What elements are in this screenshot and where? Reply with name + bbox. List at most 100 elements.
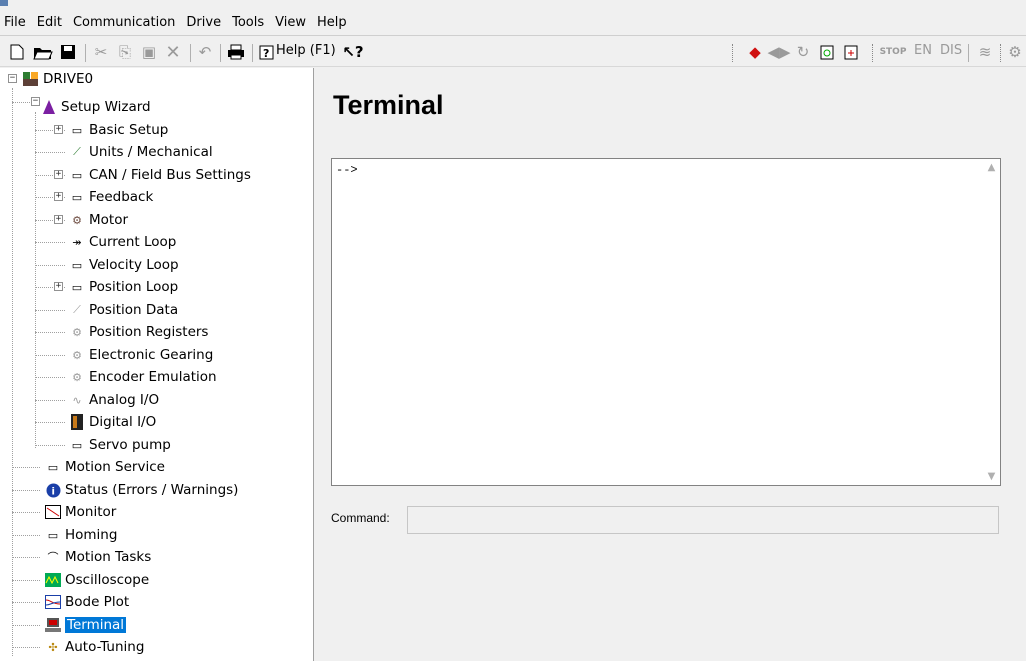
folder-icon: ▭: [71, 258, 83, 272]
tree-label: CAN / Field Bus Settings: [89, 167, 251, 183]
tree-item-feedback[interactable]: ▭ Feedback: [68, 187, 154, 207]
context-help-icon[interactable]: ↖?: [342, 42, 364, 62]
refresh-icon[interactable]: ↻: [794, 42, 812, 62]
tree-item-motion-tasks[interactable]: ⌒ Motion Tasks: [44, 547, 152, 567]
tree-item-homing[interactable]: ▭ Homing: [44, 525, 118, 545]
root-collapse-toggle[interactable]: −: [8, 74, 17, 83]
tree-item-encoder-emulation[interactable]: ⚙ Encoder Emulation: [68, 367, 217, 387]
menu-help[interactable]: Help: [317, 15, 347, 30]
tree-item-motion-service[interactable]: ▭ Motion Service: [44, 457, 165, 477]
stop-button[interactable]: STOP: [880, 42, 907, 62]
tree-label: Motion Service: [65, 459, 165, 475]
wizard-icon: [40, 99, 58, 115]
new-file-icon[interactable]: [8, 42, 26, 62]
tree-item-current-loop[interactable]: ↠ Current Loop: [68, 232, 176, 252]
terminal-scrollbar[interactable]: ▲ ▼: [983, 159, 1000, 485]
tree-label: Setup Wizard: [61, 99, 151, 115]
help-button-label[interactable]: Help (F1): [276, 43, 336, 58]
tree-label: Homing: [65, 527, 118, 543]
tree-item-velocity-loop[interactable]: ▭ Velocity Loop: [68, 255, 179, 275]
oscilloscope-icon: [44, 572, 62, 588]
toolbar: ✂ ⎘ ▣ ✕ ↶ ? Help (F1) ↖? ◆ ◀▶ ↻ STOP EN …: [0, 35, 1026, 67]
disable-button[interactable]: DIS: [940, 43, 962, 58]
drive-icon: [22, 71, 40, 87]
tree-label: Motor: [89, 212, 129, 228]
tree-item-basic-setup[interactable]: ▭ Basic Setup: [68, 120, 169, 140]
print-icon[interactable]: [226, 42, 246, 62]
menu-edit[interactable]: Edit: [37, 15, 62, 30]
tree-item-bode-plot[interactable]: Bode Plot: [44, 592, 129, 612]
menu-bar: File Edit Communication Drive Tools View…: [0, 10, 1026, 34]
coldstart-icon[interactable]: ⚙: [1006, 42, 1024, 62]
tree-item-oscilloscope[interactable]: Oscilloscope: [44, 570, 149, 590]
tree-item-units-mechanical[interactable]: ⟋ Units / Mechanical: [68, 142, 213, 162]
open-folder-icon[interactable]: [32, 42, 54, 62]
tree-item-analog-io[interactable]: ∿ Analog I/O: [68, 390, 159, 410]
menu-view[interactable]: View: [275, 15, 306, 30]
scroll-down-icon[interactable]: ▼: [983, 468, 1000, 485]
cut-icon[interactable]: ✂: [92, 42, 110, 62]
folder-icon: ▭: [47, 460, 59, 474]
tree-item-digital-io[interactable]: Digital I/O: [68, 412, 156, 432]
save-icon[interactable]: [58, 42, 78, 62]
motor-expand-toggle[interactable]: +: [54, 215, 63, 224]
folder-icon: ▭: [71, 168, 83, 182]
connect-icon[interactable]: ◆: [746, 42, 764, 62]
position-loop-expand-toggle[interactable]: +: [54, 282, 63, 291]
save-to-eeprom-icon[interactable]: [842, 42, 860, 62]
copy-icon[interactable]: ⎘: [116, 42, 134, 62]
units-icon: ⟋: [73, 145, 81, 158]
tree-item-status[interactable]: i Status (Errors / Warnings): [44, 480, 238, 500]
delete-icon[interactable]: ✕: [164, 42, 182, 63]
motion-icon[interactable]: ≋: [976, 42, 994, 62]
tree-item-setup-wizard[interactable]: Setup Wizard: [40, 97, 151, 117]
tree-item-monitor[interactable]: Monitor: [44, 502, 116, 522]
basic-setup-expand-toggle[interactable]: +: [54, 125, 63, 134]
bode-plot-icon: [44, 594, 62, 610]
tree-item-position-data[interactable]: ⟋ Position Data: [68, 300, 178, 320]
monitor-icon: [44, 504, 62, 520]
tree-label: Velocity Loop: [89, 257, 179, 273]
folder-icon: ▭: [71, 438, 83, 452]
tree-label: Feedback: [89, 189, 154, 205]
tree-item-terminal[interactable]: Terminal: [44, 615, 127, 635]
tree-item-position-registers[interactable]: ⚙ Position Registers: [68, 322, 208, 342]
terminal-icon: [44, 617, 62, 633]
command-input[interactable]: [407, 506, 999, 534]
app-logo-icon: [0, 0, 8, 6]
setup-wizard-collapse-toggle[interactable]: −: [31, 97, 40, 106]
tree-item-motor[interactable]: ⚙ Motor: [68, 210, 128, 230]
tree-item-auto-tuning[interactable]: ✣ Auto-Tuning: [44, 637, 144, 657]
tree-item-electronic-gearing[interactable]: ⚙ Electronic Gearing: [68, 345, 213, 365]
tree-label: Position Registers: [89, 324, 209, 340]
svg-text:i: i: [51, 486, 54, 497]
tree-item-servo-pump[interactable]: ▭ Servo pump: [68, 435, 171, 455]
terminal-output[interactable]: --> ▲ ▼: [331, 158, 1001, 486]
tree-label: Position Loop: [89, 279, 179, 295]
tree-label: Terminal: [65, 617, 127, 633]
analog-icon: ∿: [72, 393, 82, 407]
undo-icon[interactable]: ↶: [196, 42, 214, 62]
enable-button[interactable]: EN: [914, 43, 932, 58]
tree-label: Encoder Emulation: [89, 369, 217, 385]
tree-item-drive0[interactable]: DRIVE0: [22, 69, 93, 89]
position-data-icon: ⟋: [73, 303, 81, 316]
tree-label: Position Data: [89, 302, 179, 318]
can-expand-toggle[interactable]: +: [54, 170, 63, 179]
reload-icon[interactable]: [818, 42, 836, 62]
feedback-expand-toggle[interactable]: +: [54, 192, 63, 201]
tree-item-can-fieldbus[interactable]: ▭ CAN / Field Bus Settings: [68, 165, 251, 185]
registers-icon: ⚙: [72, 325, 82, 339]
paste-icon[interactable]: ▣: [140, 42, 158, 62]
menu-communication[interactable]: Communication: [73, 15, 175, 30]
menu-file[interactable]: File: [4, 15, 26, 30]
scroll-up-icon[interactable]: ▲: [983, 159, 1000, 176]
menu-tools[interactable]: Tools: [232, 15, 264, 30]
tree-label: Motion Tasks: [65, 549, 152, 565]
tree-item-position-loop[interactable]: ▭ Position Loop: [68, 277, 178, 297]
menu-drive[interactable]: Drive: [186, 15, 221, 30]
tree-label: Units / Mechanical: [89, 144, 213, 160]
help-icon[interactable]: ?: [258, 42, 274, 62]
disconnect-icon[interactable]: ◀▶: [767, 42, 790, 62]
current-loop-icon: ↠: [72, 235, 82, 249]
